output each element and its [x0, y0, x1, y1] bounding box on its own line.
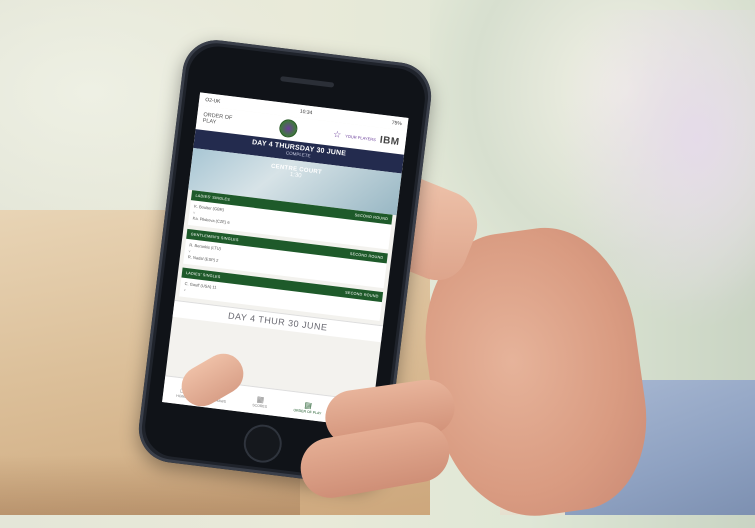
star-icon[interactable]: ☆ [333, 128, 342, 140]
order-of-play-title: ORDER OF PLAY [202, 111, 233, 126]
carrier-label: O2-UK [204, 96, 221, 105]
your-players-label[interactable]: YOUR PLAYERS [345, 133, 376, 142]
clock: 10:34 [299, 108, 313, 116]
wimbledon-logo-icon[interactable] [277, 118, 299, 139]
tab-label: ORDER OF PLAY [293, 407, 322, 416]
battery-label: 75% [391, 119, 403, 127]
ibm-logo: IBM [379, 134, 401, 148]
tab-scores[interactable]: ▦ SCORES [252, 394, 268, 409]
speaker-grille [280, 76, 335, 88]
home-button[interactable] [241, 422, 284, 465]
tab-label: SCORES [252, 402, 268, 409]
header-right: ☆ YOUR PLAYERS IBM [333, 128, 401, 148]
tab-order-of-play[interactable]: ▤ ORDER OF PLAY [293, 399, 323, 415]
